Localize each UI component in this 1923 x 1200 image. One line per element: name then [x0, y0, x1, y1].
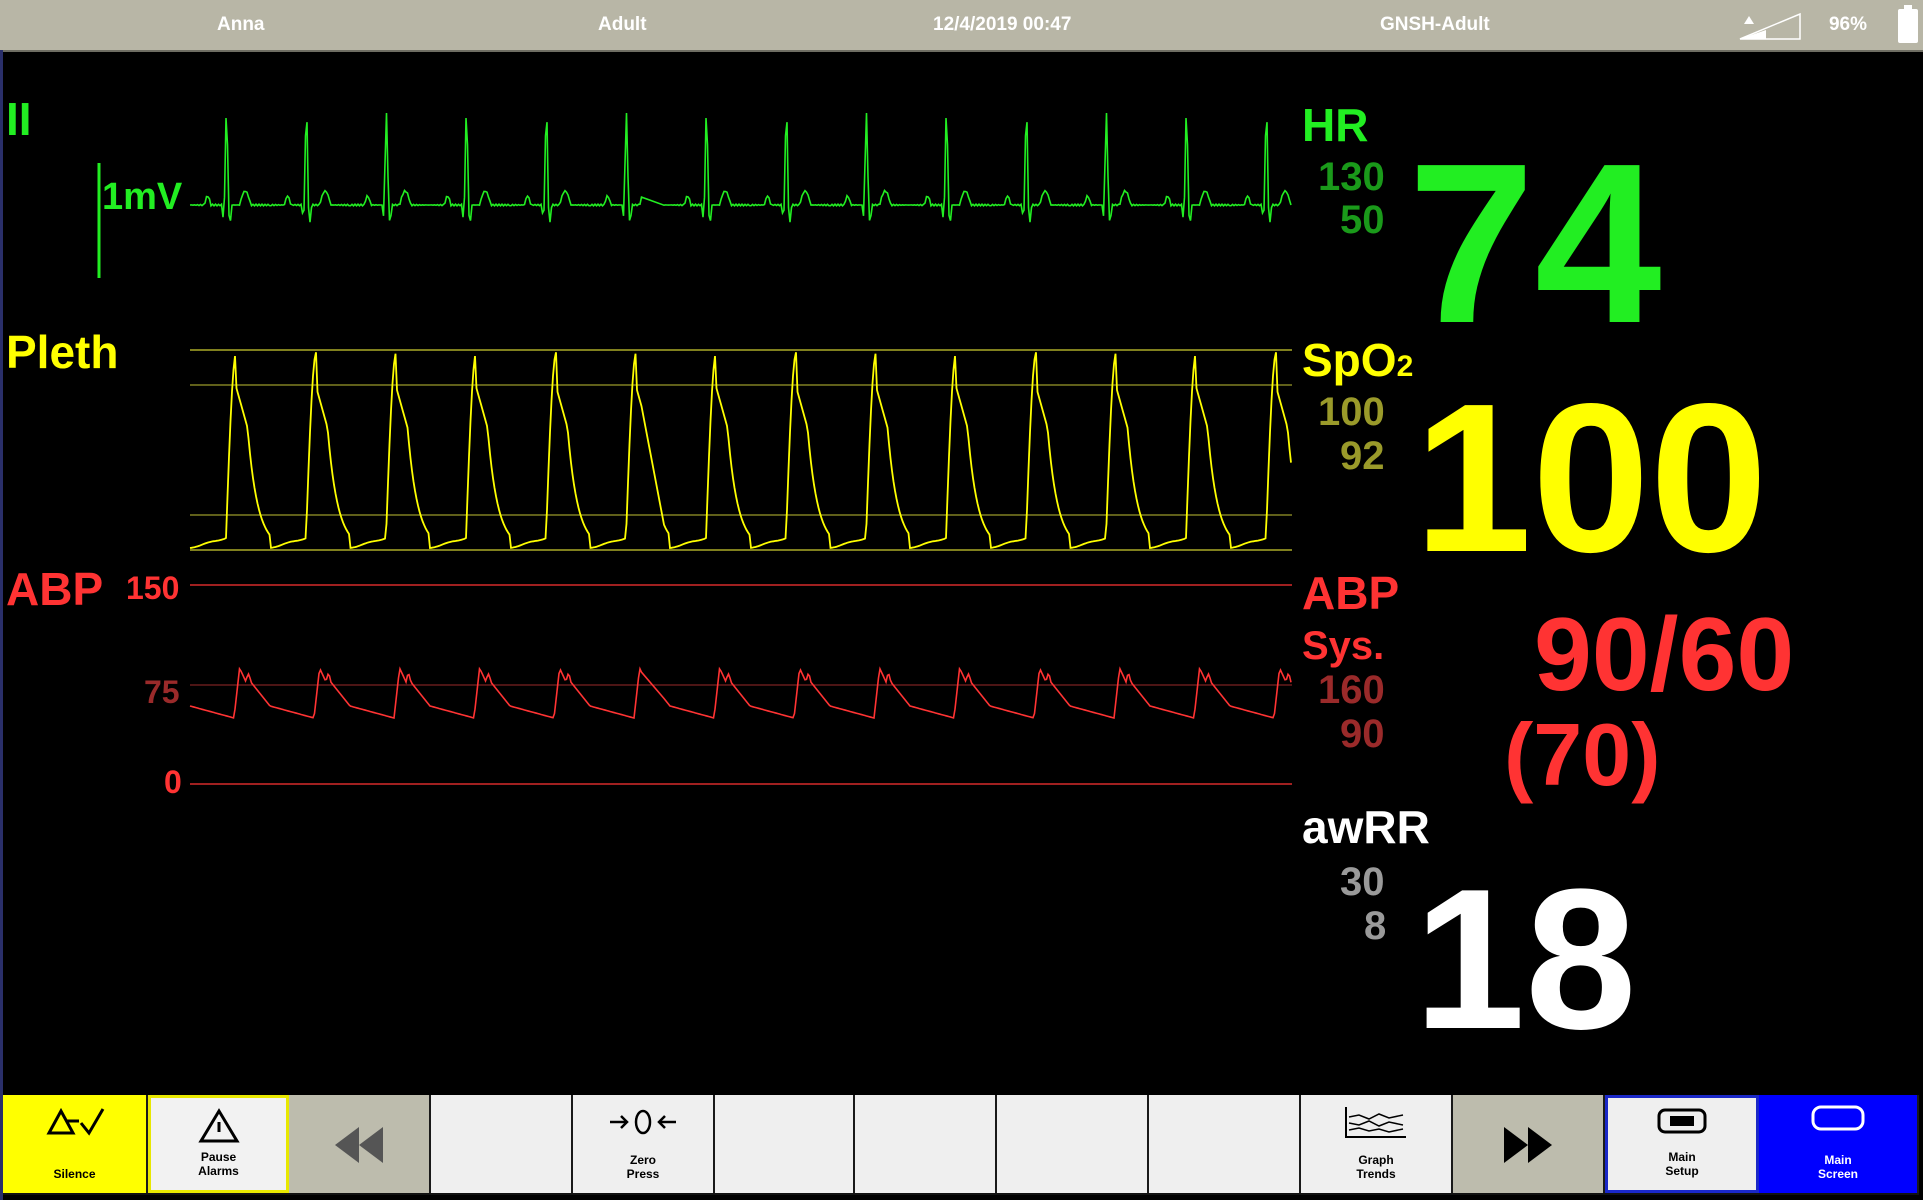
abp-limit-low[interactable]: 90 [1340, 712, 1385, 757]
abp-sys-label: Sys. [1302, 624, 1385, 668]
spo2-value: 100 [1414, 359, 1768, 596]
abp-scale-low: 0 [164, 764, 182, 800]
graph-trends-icon [1345, 1107, 1406, 1138]
spo2-label[interactable]: SpO2 [1302, 333, 1413, 387]
silence-label: Silence [53, 1167, 96, 1181]
abp-label[interactable]: ABP [1302, 566, 1399, 620]
rewind-button[interactable] [289, 1095, 431, 1193]
abp-value: 90/60 [1534, 597, 1795, 713]
awrr-limit-high[interactable]: 30 [1340, 860, 1385, 905]
awrr-limit-low[interactable]: 8 [1364, 904, 1386, 949]
spo2-label-subscript: 2 [1396, 350, 1414, 383]
spo2-limit-low[interactable]: 92 [1340, 434, 1385, 479]
zero-pressure-icon [610, 1109, 676, 1135]
abp-scale-high: 150 [126, 570, 180, 606]
spo2-limit-high[interactable]: 100 [1318, 390, 1385, 435]
main-screen-button[interactable]: Main Screen [1759, 1095, 1919, 1193]
abp-waveform [189, 666, 1292, 720]
function-key-blank-1[interactable] [431, 1095, 573, 1193]
main-setup-icon [1657, 1108, 1707, 1134]
abp-limit-high[interactable]: 160 [1318, 668, 1385, 713]
silence-button[interactable]: Silence [3, 1095, 148, 1193]
main-screen-label: Main Screen [1817, 1153, 1859, 1181]
graph-trends-button[interactable]: Graph Trends [1301, 1095, 1453, 1193]
awrr-label[interactable]: awRR [1302, 800, 1430, 854]
abp-mean-value: (70) [1504, 705, 1661, 804]
pause-alarms-button[interactable]: Pause Alarms [148, 1095, 289, 1193]
ecg-lead-label[interactable]: II [6, 92, 32, 146]
main-setup-label: Main Setup [1665, 1150, 1699, 1178]
hr-limit-high[interactable]: 130 [1318, 155, 1385, 200]
awrr-value: 18 [1414, 848, 1637, 1071]
spo2-label-text: SpO [1302, 334, 1397, 386]
zero-press-button[interactable]: Zero Press [573, 1095, 715, 1193]
pleth-label[interactable]: Pleth [6, 325, 118, 379]
ecg-scale-label: 1mV [102, 176, 183, 218]
main-screen-icon [1811, 1105, 1865, 1131]
abp-scale-mid: 75 [144, 674, 180, 710]
function-key-blank-3[interactable] [855, 1095, 997, 1193]
fast-forward-icon [1504, 1127, 1552, 1163]
alarm-pause-icon [197, 1108, 240, 1143]
zero-press-label: Zero Press [626, 1153, 660, 1181]
function-key-bar: Silence Pause Alarms Zero Press Graph Tr… [3, 1095, 1919, 1195]
pleth-waveform [189, 352, 1292, 550]
main-setup-button[interactable]: Main Setup [1605, 1095, 1759, 1193]
graph-trends-label: Graph Trends [1356, 1153, 1396, 1181]
function-key-blank-4[interactable] [997, 1095, 1149, 1193]
hr-value: 74 [1408, 117, 1662, 371]
rewind-icon [335, 1127, 383, 1163]
ecg-waveform [189, 112, 1292, 223]
function-key-blank-2[interactable] [715, 1095, 855, 1193]
fast-forward-button[interactable] [1453, 1095, 1605, 1193]
alarm-silence-icon [45, 1107, 104, 1136]
hr-label[interactable]: HR [1302, 98, 1368, 152]
hr-limit-low[interactable]: 50 [1340, 198, 1385, 243]
abp-wave-label[interactable]: ABP [6, 562, 103, 616]
function-key-blank-5[interactable] [1149, 1095, 1301, 1193]
pause-alarms-label: Pause Alarms [198, 1150, 239, 1178]
